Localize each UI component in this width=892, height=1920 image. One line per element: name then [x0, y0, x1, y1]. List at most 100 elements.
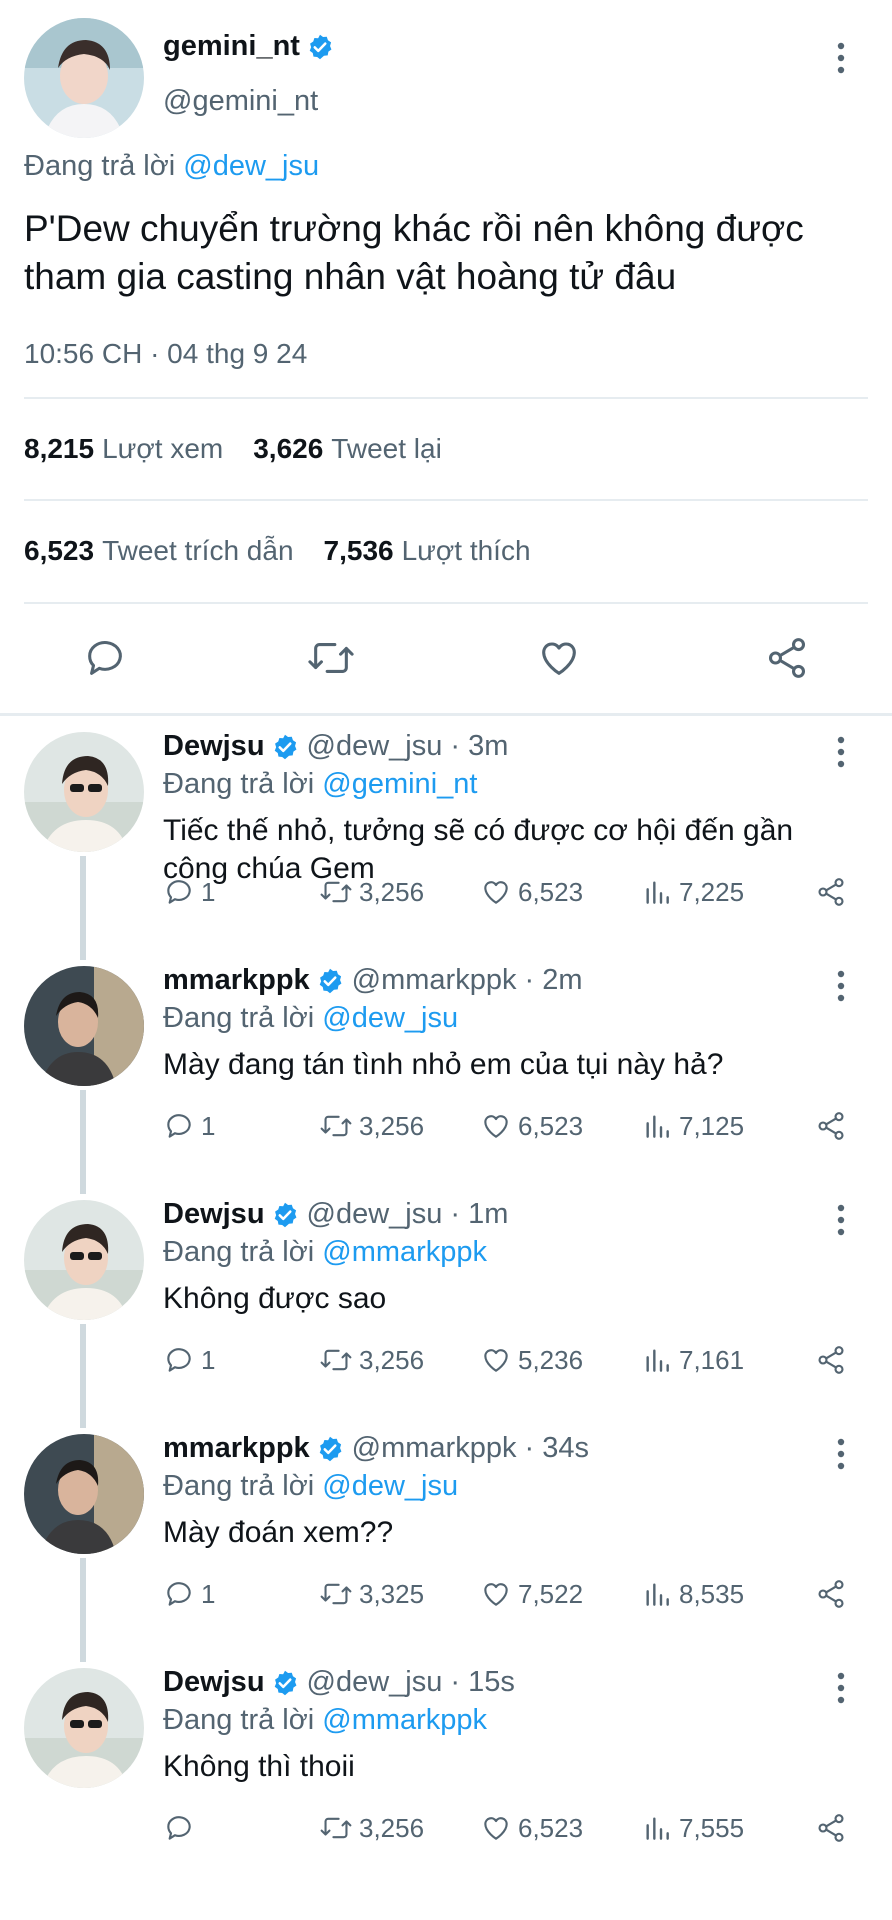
author-name[interactable]: gemini_nt [163, 30, 334, 63]
share-button[interactable] [815, 1106, 847, 1146]
share-button[interactable] [815, 872, 847, 912]
retweet-icon [320, 881, 352, 903]
share-button[interactable] [815, 1340, 847, 1380]
replying-prefix: Đang trả lời [163, 1704, 315, 1736]
like-button[interactable]: 7,522 [480, 1574, 583, 1614]
share-button[interactable] [815, 1574, 847, 1614]
more-options-icon[interactable] [828, 1202, 854, 1238]
tweet-timestamp: 10:56 CH · 04 thg 9 24 [24, 338, 308, 369]
views-icon [646, 1583, 669, 1606]
views-button[interactable]: 7,125 [641, 1106, 744, 1146]
views-count: 7,225 [679, 876, 745, 907]
more-options-icon[interactable] [828, 40, 854, 76]
author-handle[interactable]: @dew_jsu · 3m [307, 730, 509, 763]
retweet-icon[interactable] [301, 628, 361, 688]
author-name[interactable]: Dewjsu [163, 1198, 265, 1231]
share-icon [818, 1346, 844, 1374]
like-button[interactable]: 6,523 [480, 1106, 583, 1146]
retweet-button[interactable]: 3,256 [319, 1808, 424, 1848]
replying-to-link[interactable]: @mmarkppk [322, 1704, 487, 1736]
author-handle[interactable]: @mmarkppk · 34s [352, 1432, 589, 1465]
retweet-button[interactable]: 3,256 [319, 872, 424, 912]
retweet-button[interactable]: 3,256 [319, 1340, 424, 1380]
avatar[interactable] [24, 18, 144, 138]
avatar[interactable] [24, 1434, 144, 1554]
avatar[interactable] [24, 966, 144, 1086]
thread-line [80, 1324, 86, 1428]
reply-icon [167, 1816, 191, 1840]
replying-prefix: Đang trả lời [163, 1236, 315, 1268]
author-name[interactable]: Dewjsu [163, 730, 265, 763]
reply-text: Không được sao [163, 1282, 387, 1315]
replying-to-link[interactable]: @gemini_nt [322, 768, 477, 800]
share-button[interactable] [815, 1808, 847, 1848]
reply-tweet[interactable]: mmarkppk @mmarkppk · 34s Đang trả lời @d… [0, 1424, 892, 1662]
like-button[interactable]: 6,523 [480, 1808, 583, 1848]
views-button[interactable]: 7,225 [641, 872, 744, 912]
replying-to-link[interactable]: @dew_jsu [322, 1470, 458, 1502]
quotes-stat[interactable]: 6,523 Tweet trích dẫn [24, 535, 294, 567]
more-options-icon[interactable] [828, 1670, 854, 1706]
reply-icon[interactable] [75, 628, 135, 688]
reply-header: Dewjsu @dew_jsu · 15s [163, 1666, 515, 1699]
like-icon [484, 881, 508, 904]
reply-button[interactable]: 1 [163, 1574, 215, 1614]
reply-button[interactable]: 1 [163, 1340, 215, 1380]
views-count: 7,125 [679, 1110, 745, 1141]
reply-actions: 1 3,256 6,523 7,225 [163, 872, 863, 912]
views-count: 7,555 [679, 1812, 745, 1843]
retweet-button[interactable]: 3,256 [319, 1106, 424, 1146]
like-button[interactable]: 5,236 [480, 1340, 583, 1380]
replying-to: Đang trả lời @dew_jsu [163, 1470, 458, 1503]
divider [24, 602, 868, 604]
author-handle[interactable]: @dew_jsu · 15s [307, 1666, 515, 1699]
share-icon [818, 1814, 844, 1842]
retweets-stat[interactable]: 3,626 Tweet lại [253, 433, 442, 465]
reply-actions: 1 3,325 7,522 8,535 [163, 1574, 863, 1614]
share-icon[interactable] [757, 628, 817, 688]
views-button[interactable]: 8,535 [641, 1574, 744, 1614]
replying-to: Đang trả lời @dew_jsu [163, 1002, 458, 1035]
reply-button[interactable] [163, 1808, 201, 1848]
views-icon [646, 1115, 669, 1138]
reply-header: mmarkppk @mmarkppk · 2m [163, 964, 583, 997]
reply-actions: 1 3,256 5,236 7,161 [163, 1340, 863, 1380]
reply-tweet[interactable]: mmarkppk @mmarkppk · 2m Đang trả lời @de… [0, 956, 892, 1194]
author-handle[interactable]: @gemini_nt [163, 85, 318, 118]
replying-to-link[interactable]: @dew_jsu [183, 150, 319, 182]
reply-button[interactable]: 1 [163, 872, 215, 912]
verified-badge-icon [274, 1202, 296, 1227]
reply-actions: 3,256 6,523 7,555 [163, 1808, 863, 1848]
retweet-button[interactable]: 3,325 [319, 1574, 424, 1614]
reply-tweet[interactable]: Dewjsu @dew_jsu · 15s Đang trả lời @mmar… [0, 1658, 892, 1893]
more-options-icon[interactable] [828, 968, 854, 1004]
avatar[interactable] [24, 732, 144, 852]
retweet-count: 3,256 [359, 1344, 425, 1375]
views-stat[interactable]: 8,215 Lượt xem [24, 433, 223, 465]
author-name[interactable]: mmarkppk [163, 964, 310, 997]
author-handle[interactable]: @mmarkppk · 2m [352, 964, 583, 997]
avatar[interactable] [24, 1668, 144, 1788]
reply-button[interactable]: 1 [163, 1106, 215, 1146]
like-button[interactable]: 6,523 [480, 872, 583, 912]
replying-to-link[interactable]: @mmarkppk [322, 1236, 487, 1268]
main-tweet: gemini_nt @gemini_nt Đang trả lời @dew_j… [0, 0, 892, 716]
author-name[interactable]: mmarkppk [163, 1432, 310, 1465]
author-name[interactable]: Dewjsu [163, 1666, 265, 1699]
views-button[interactable]: 7,555 [641, 1808, 744, 1848]
avatar[interactable] [24, 1200, 144, 1320]
views-button[interactable]: 7,161 [641, 1340, 744, 1380]
reply-tweet[interactable]: Dewjsu @dew_jsu · 3m Đang trả lời @gemin… [0, 722, 892, 960]
like-icon [484, 1817, 508, 1840]
retweet-icon [320, 1115, 352, 1137]
more-options-icon[interactable] [828, 734, 854, 770]
author-handle[interactable]: @dew_jsu · 1m [307, 1198, 509, 1231]
verified-badge-icon [274, 734, 296, 759]
verified-badge-icon [309, 34, 332, 59]
reply-tweet[interactable]: Dewjsu @dew_jsu · 1m Đang trả lời @mmark… [0, 1190, 892, 1428]
replying-to-link[interactable]: @dew_jsu [322, 1002, 458, 1034]
more-options-icon[interactable] [828, 1436, 854, 1472]
likes-stat[interactable]: 7,536 Lượt thích [324, 535, 531, 567]
replying-to: Đang trả lời @gemini_nt [163, 768, 477, 801]
like-icon[interactable] [529, 628, 589, 688]
